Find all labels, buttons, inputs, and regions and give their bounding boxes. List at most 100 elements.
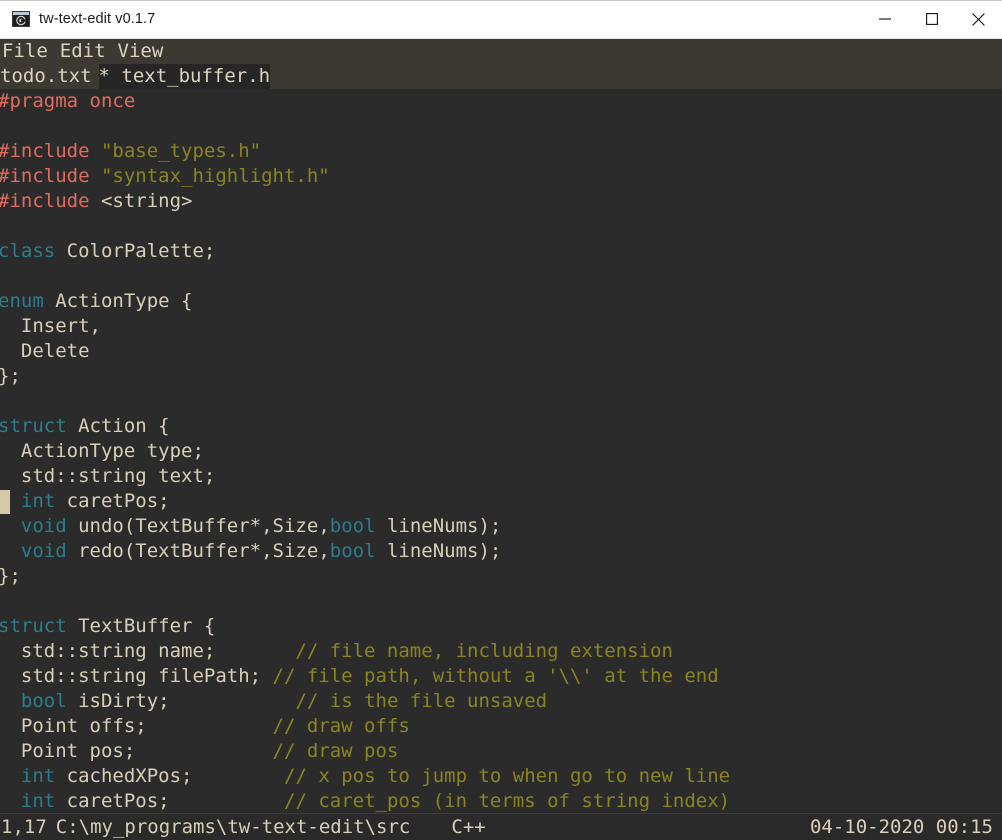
code-token: int — [20, 790, 56, 812]
code-token: bool — [329, 515, 376, 537]
code-token: class — [0, 240, 56, 262]
code-token: ActionType { — [43, 290, 193, 312]
code-token: std::string filePath; — [0, 665, 273, 687]
code-line[interactable]: #pragma once — [0, 89, 1002, 114]
code-token: std::string name; — [0, 640, 296, 662]
status-datetime: 04-10-2020 00:15 — [809, 816, 993, 838]
code-line[interactable]: ActionType type; — [0, 439, 1002, 464]
code-token: caretPos; — [55, 790, 284, 812]
menu-item-view[interactable]: View — [118, 39, 164, 64]
editor-area[interactable]: #pragma once #include "base_types.h" #inc… — [0, 89, 1002, 813]
close-icon — [972, 12, 985, 26]
tab-separator — [92, 64, 99, 89]
app-window-icon — [12, 11, 30, 27]
code-line[interactable]: void redo(TextBuffer*,Size,bool lineNums… — [0, 539, 1002, 564]
tab-text-buffer-h[interactable]: * text_buffer.h — [98, 64, 271, 89]
code-token: bool — [329, 540, 376, 562]
code-line[interactable]: int cachedXPos; // x pos to jump to when… — [0, 764, 1002, 789]
code-line[interactable]: enum ActionType { — [0, 289, 1002, 314]
maximize-icon — [925, 13, 938, 25]
code-content[interactable]: #pragma once #include "base_types.h" #inc… — [0, 89, 1002, 813]
code-token: int — [20, 765, 56, 787]
code-token: isDirty; — [66, 690, 296, 712]
code-line[interactable]: }; — [0, 564, 1002, 589]
code-token: int — [20, 490, 56, 512]
code-token: std::string text; — [0, 465, 216, 487]
code-token: Action { — [66, 415, 170, 437]
code-token: // draw pos — [272, 740, 399, 762]
menu-item-file[interactable]: File — [2, 39, 48, 64]
code-line[interactable]: Point offs; // draw offs — [0, 714, 1002, 739]
caret-position: 1,17 — [1, 816, 47, 838]
code-token: Insert, — [0, 315, 101, 337]
code-line[interactable]: int caretPos; // caret_pos (in terms of … — [0, 789, 1002, 813]
code-token: bool — [20, 690, 67, 712]
code-token: "base_types.h" — [100, 140, 262, 162]
code-token: struct — [0, 615, 67, 637]
code-line[interactable]: #include <string> — [0, 189, 1002, 214]
code-line[interactable]: #include "syntax_highlight.h" — [0, 164, 1002, 189]
code-line[interactable]: class ColorPalette; — [0, 239, 1002, 264]
menu-item-edit[interactable]: Edit — [60, 39, 106, 64]
code-token: void — [20, 515, 67, 537]
minimize-icon — [878, 13, 891, 25]
code-token: #pragma once — [0, 90, 136, 112]
menu-bar: File Edit View — [0, 39, 1002, 64]
code-line[interactable]: std::string text; — [0, 464, 1002, 489]
title-bar: tw-text-edit v0.1.7 — [0, 0, 1002, 39]
code-line[interactable] — [0, 389, 1002, 414]
code-line[interactable] — [0, 114, 1002, 139]
code-line[interactable]: }; — [0, 364, 1002, 389]
code-line[interactable]: void undo(TextBuffer*,Size,bool lineNums… — [0, 514, 1002, 539]
code-token: Point offs; — [0, 715, 273, 737]
language-mode: C++ — [451, 816, 486, 838]
code-token: }; — [0, 365, 21, 387]
code-token: ActionType type; — [0, 440, 204, 462]
code-line[interactable] — [0, 264, 1002, 289]
code-token: ColorPalette; — [55, 240, 216, 262]
status-bar: 1,17 C:\my_programs\tw-text-edit\src C++… — [0, 813, 1002, 840]
window-title: tw-text-edit v0.1.7 — [39, 11, 156, 27]
code-token: struct — [0, 415, 67, 437]
close-button[interactable] — [955, 0, 1002, 38]
code-token: undo(TextBuffer*,Size, — [66, 515, 330, 537]
code-token: Delete — [0, 340, 90, 362]
code-token: "syntax_highlight.h" — [100, 165, 330, 187]
code-token: void — [20, 540, 67, 562]
code-token: lineNums); — [375, 540, 502, 562]
maximize-button[interactable] — [908, 0, 955, 38]
code-token: // is the file unsaved — [295, 690, 548, 712]
code-token: #include — [0, 140, 101, 162]
code-token: <string> — [100, 190, 193, 212]
code-line[interactable]: struct Action { — [0, 414, 1002, 439]
code-token: #include — [0, 165, 101, 187]
code-line[interactable]: bool isDirty; // is the file unsaved — [0, 689, 1002, 714]
code-line[interactable]: struct TextBuffer { — [0, 614, 1002, 639]
code-token: lineNums); — [375, 515, 502, 537]
application-window: tw-text-edit v0.1.7 File Edit View todo.… — [0, 0, 1002, 840]
code-token: cachedXPos; — [55, 765, 284, 787]
code-line[interactable]: Insert, — [0, 314, 1002, 339]
tab-todo-txt[interactable]: todo.txt — [0, 64, 92, 89]
code-token: // file name, including extension — [295, 640, 673, 662]
code-token: // file path, without a '\\' at the end — [272, 665, 719, 687]
code-token: Point pos; — [0, 740, 273, 762]
code-line[interactable] — [0, 214, 1002, 239]
minimize-button[interactable] — [861, 0, 908, 38]
code-line[interactable]: std::string name; // file name, includin… — [0, 639, 1002, 664]
code-line[interactable]: std::string filePath; // file path, with… — [0, 664, 1002, 689]
code-line[interactable]: Delete — [0, 339, 1002, 364]
code-line[interactable]: #include "base_types.h" — [0, 139, 1002, 164]
code-line[interactable] — [0, 589, 1002, 614]
code-token: caretPos; — [55, 490, 170, 512]
file-path: C:\my_programs\tw-text-edit\src — [55, 816, 411, 838]
code-line[interactable]: Point pos; // draw pos — [0, 739, 1002, 764]
code-token: // caret_pos (in terms of string index) — [284, 790, 731, 812]
code-token: enum — [0, 290, 44, 312]
code-line[interactable]: int caretPos; — [0, 489, 1002, 514]
